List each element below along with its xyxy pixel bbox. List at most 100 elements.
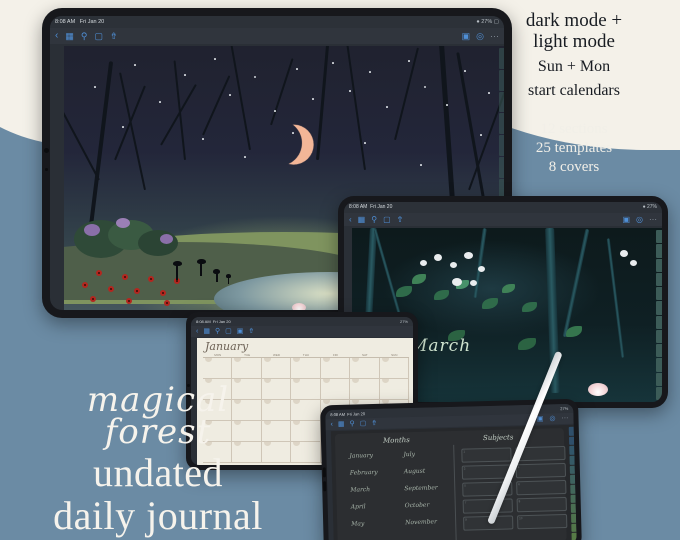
bookmark-icon[interactable]: ▢ xyxy=(225,328,232,335)
page-icon[interactable]: ▣ xyxy=(237,328,244,335)
subjects-heading: Subjects xyxy=(482,433,514,443)
grid-icon[interactable]: ▦ xyxy=(65,31,74,41)
page-icon[interactable]: ▣ xyxy=(462,31,471,41)
status-date: Fri Jan 20 xyxy=(212,319,231,324)
status-bar: 8:08 AM Fri Jan 20 ● 27% xyxy=(344,202,662,213)
month-link[interactable]: March xyxy=(350,486,370,494)
back-icon[interactable]: ‹ xyxy=(330,421,333,428)
subject-box[interactable]: 6 xyxy=(516,479,567,496)
headline-serif-1: undated xyxy=(92,450,224,495)
calendar-cell[interactable] xyxy=(379,379,409,400)
calendar-cell[interactable] xyxy=(320,379,351,400)
subject-box[interactable]: 7 xyxy=(462,498,513,514)
page-icon[interactable]: ▣ xyxy=(622,215,630,224)
bookmark-icon[interactable]: ▢ xyxy=(383,215,391,224)
calendar-cell[interactable] xyxy=(203,358,233,379)
headline-block: magical forest undated daily journal xyxy=(8,382,308,536)
month-link[interactable]: February xyxy=(350,469,378,477)
markup-icon[interactable]: ◎ xyxy=(476,31,484,41)
subject-number: 6 xyxy=(518,482,520,487)
search-icon[interactable]: ⚲ xyxy=(371,215,377,224)
more-icon[interactable]: ⋯ xyxy=(490,31,499,41)
page-icon[interactable]: ▣ xyxy=(537,416,544,423)
grid-icon[interactable]: ▦ xyxy=(358,215,366,224)
promo-line-light-mode: light mode xyxy=(533,31,615,52)
calendar-cell[interactable] xyxy=(291,358,321,379)
tablet-screen: 8:08 AM Fri Jan 20 27% ‹ ▦ ⚲ ▢ ⇮ ▣ ◎ ⋯ M… xyxy=(325,403,577,540)
subject-box[interactable]: 4 xyxy=(515,462,567,479)
markup-icon[interactable]: ◎ xyxy=(636,215,643,224)
share-icon[interactable]: ⇮ xyxy=(397,215,404,224)
subject-box[interactable]: 1 xyxy=(461,447,512,463)
status-date: Fri Jan 20 xyxy=(79,19,105,25)
headline-serif-2: daily journal xyxy=(53,493,263,538)
status-bar: 8:08 AM Fri Jan 20 27% xyxy=(191,317,413,326)
back-icon[interactable]: ‹ xyxy=(55,31,58,41)
search-icon[interactable]: ⚲ xyxy=(81,31,88,41)
index-page: Months Subjects January February March A… xyxy=(330,424,577,540)
calendar-month-title: January xyxy=(205,340,249,353)
month-link[interactable]: May xyxy=(351,520,364,527)
grid-icon[interactable]: ▦ xyxy=(203,328,210,335)
subject-box[interactable]: 10 xyxy=(517,513,568,530)
subject-number: 7 xyxy=(464,500,467,505)
section-tabs[interactable] xyxy=(656,228,662,402)
subject-number: 4 xyxy=(517,465,520,470)
more-icon[interactable]: ⋯ xyxy=(649,215,657,224)
back-icon[interactable]: ‹ xyxy=(196,328,198,335)
share-icon[interactable]: ⇮ xyxy=(371,420,377,427)
status-battery: 27% xyxy=(560,405,569,412)
subject-number: 10 xyxy=(519,516,523,521)
search-icon[interactable]: ⚲ xyxy=(349,421,354,428)
share-icon[interactable]: ⇮ xyxy=(248,328,254,335)
subject-number: 5 xyxy=(464,483,466,488)
promo-line-templates: 25 templates xyxy=(535,140,613,156)
months-subjects-page[interactable]: Months Subjects January February March A… xyxy=(330,424,577,540)
water-lily xyxy=(292,303,306,310)
markup-icon[interactable]: ◎ xyxy=(549,415,555,422)
subject-box[interactable]: 8 xyxy=(516,496,567,513)
month-link[interactable]: October xyxy=(405,502,430,510)
promo-dark-copy: dark mode + light mode Sun + Mon start c… xyxy=(486,10,662,100)
more-icon[interactable]: ⋯ xyxy=(561,415,568,422)
promo-light-copy: 12 sections 25 templates 8 covers xyxy=(486,120,662,177)
status-battery: 27% xyxy=(481,19,493,25)
bookmark-icon[interactable]: ▢ xyxy=(94,31,103,41)
headline-script-2: forest xyxy=(104,412,212,452)
month-link[interactable]: April xyxy=(351,503,366,510)
promo-line-covers: 8 covers xyxy=(548,159,600,175)
subject-number: 3 xyxy=(463,466,466,471)
search-icon[interactable]: ⚲ xyxy=(215,328,220,335)
subject-number: 8 xyxy=(518,499,521,504)
grid-icon[interactable]: ▦ xyxy=(338,421,345,428)
mockup-canvas: dark mode + light mode Sun + Mon start c… xyxy=(0,0,680,540)
status-time: 8:08 AM xyxy=(330,411,346,418)
status-date: Fri Jan 20 xyxy=(370,204,393,210)
march-label: March xyxy=(410,336,472,356)
status-date: Fri Jan 20 xyxy=(347,411,366,417)
month-link[interactable]: August xyxy=(404,468,426,476)
calendar-cell[interactable] xyxy=(320,358,351,379)
calendar-cell[interactable] xyxy=(232,358,262,379)
month-link[interactable]: January xyxy=(349,452,373,460)
back-icon[interactable]: ‹ xyxy=(349,215,352,224)
calendar-cell[interactable] xyxy=(350,379,380,400)
status-time: 8:08 AM xyxy=(55,19,76,25)
promo-line-sun-mon: Sun + Mon xyxy=(537,58,611,75)
bookmark-icon[interactable]: ▢ xyxy=(360,420,367,427)
calendar-cell[interactable] xyxy=(350,358,380,379)
month-link[interactable]: September xyxy=(404,484,438,492)
month-link[interactable]: November xyxy=(405,518,437,526)
calendar-cell[interactable] xyxy=(261,358,292,379)
promo-line-sections: 12 sections xyxy=(540,121,608,137)
subject-number: 1 xyxy=(463,449,466,454)
share-icon[interactable]: ⇮ xyxy=(110,31,118,41)
subject-number: 9 xyxy=(465,517,467,522)
month-link[interactable]: July xyxy=(403,451,415,458)
promo-line-dark-mode: dark mode + xyxy=(525,10,623,31)
status-battery: 27% xyxy=(399,319,408,324)
crescent-moon xyxy=(249,113,309,173)
app-toolbar: ‹ ▦ ⚲ ▢ ▣ ⇮ xyxy=(191,326,413,337)
calendar-cell[interactable] xyxy=(379,358,409,379)
status-time: 8:08 AM xyxy=(196,319,211,324)
